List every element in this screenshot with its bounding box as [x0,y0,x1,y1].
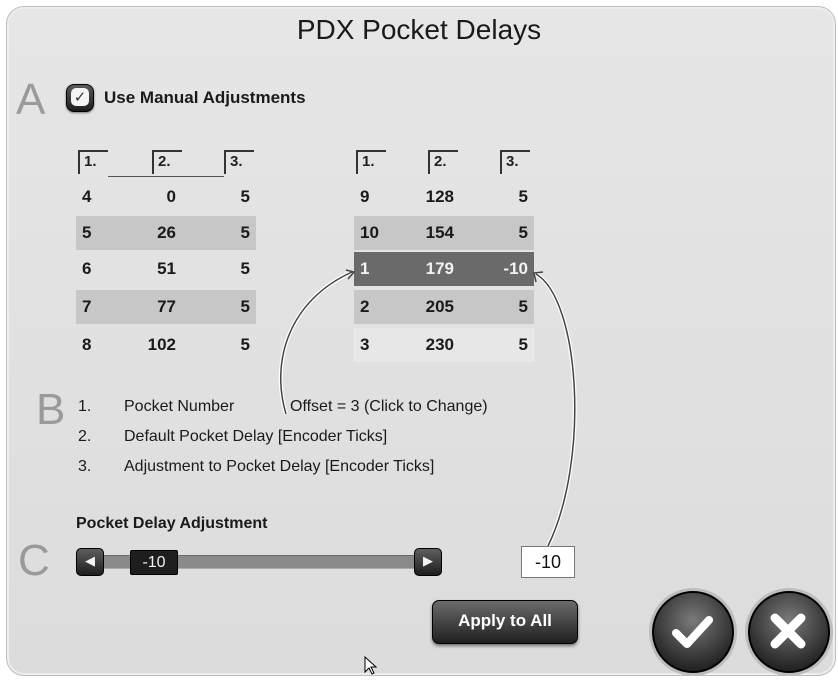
mouse-cursor-icon [364,656,378,675]
annotation-arrows [278,269,577,547]
